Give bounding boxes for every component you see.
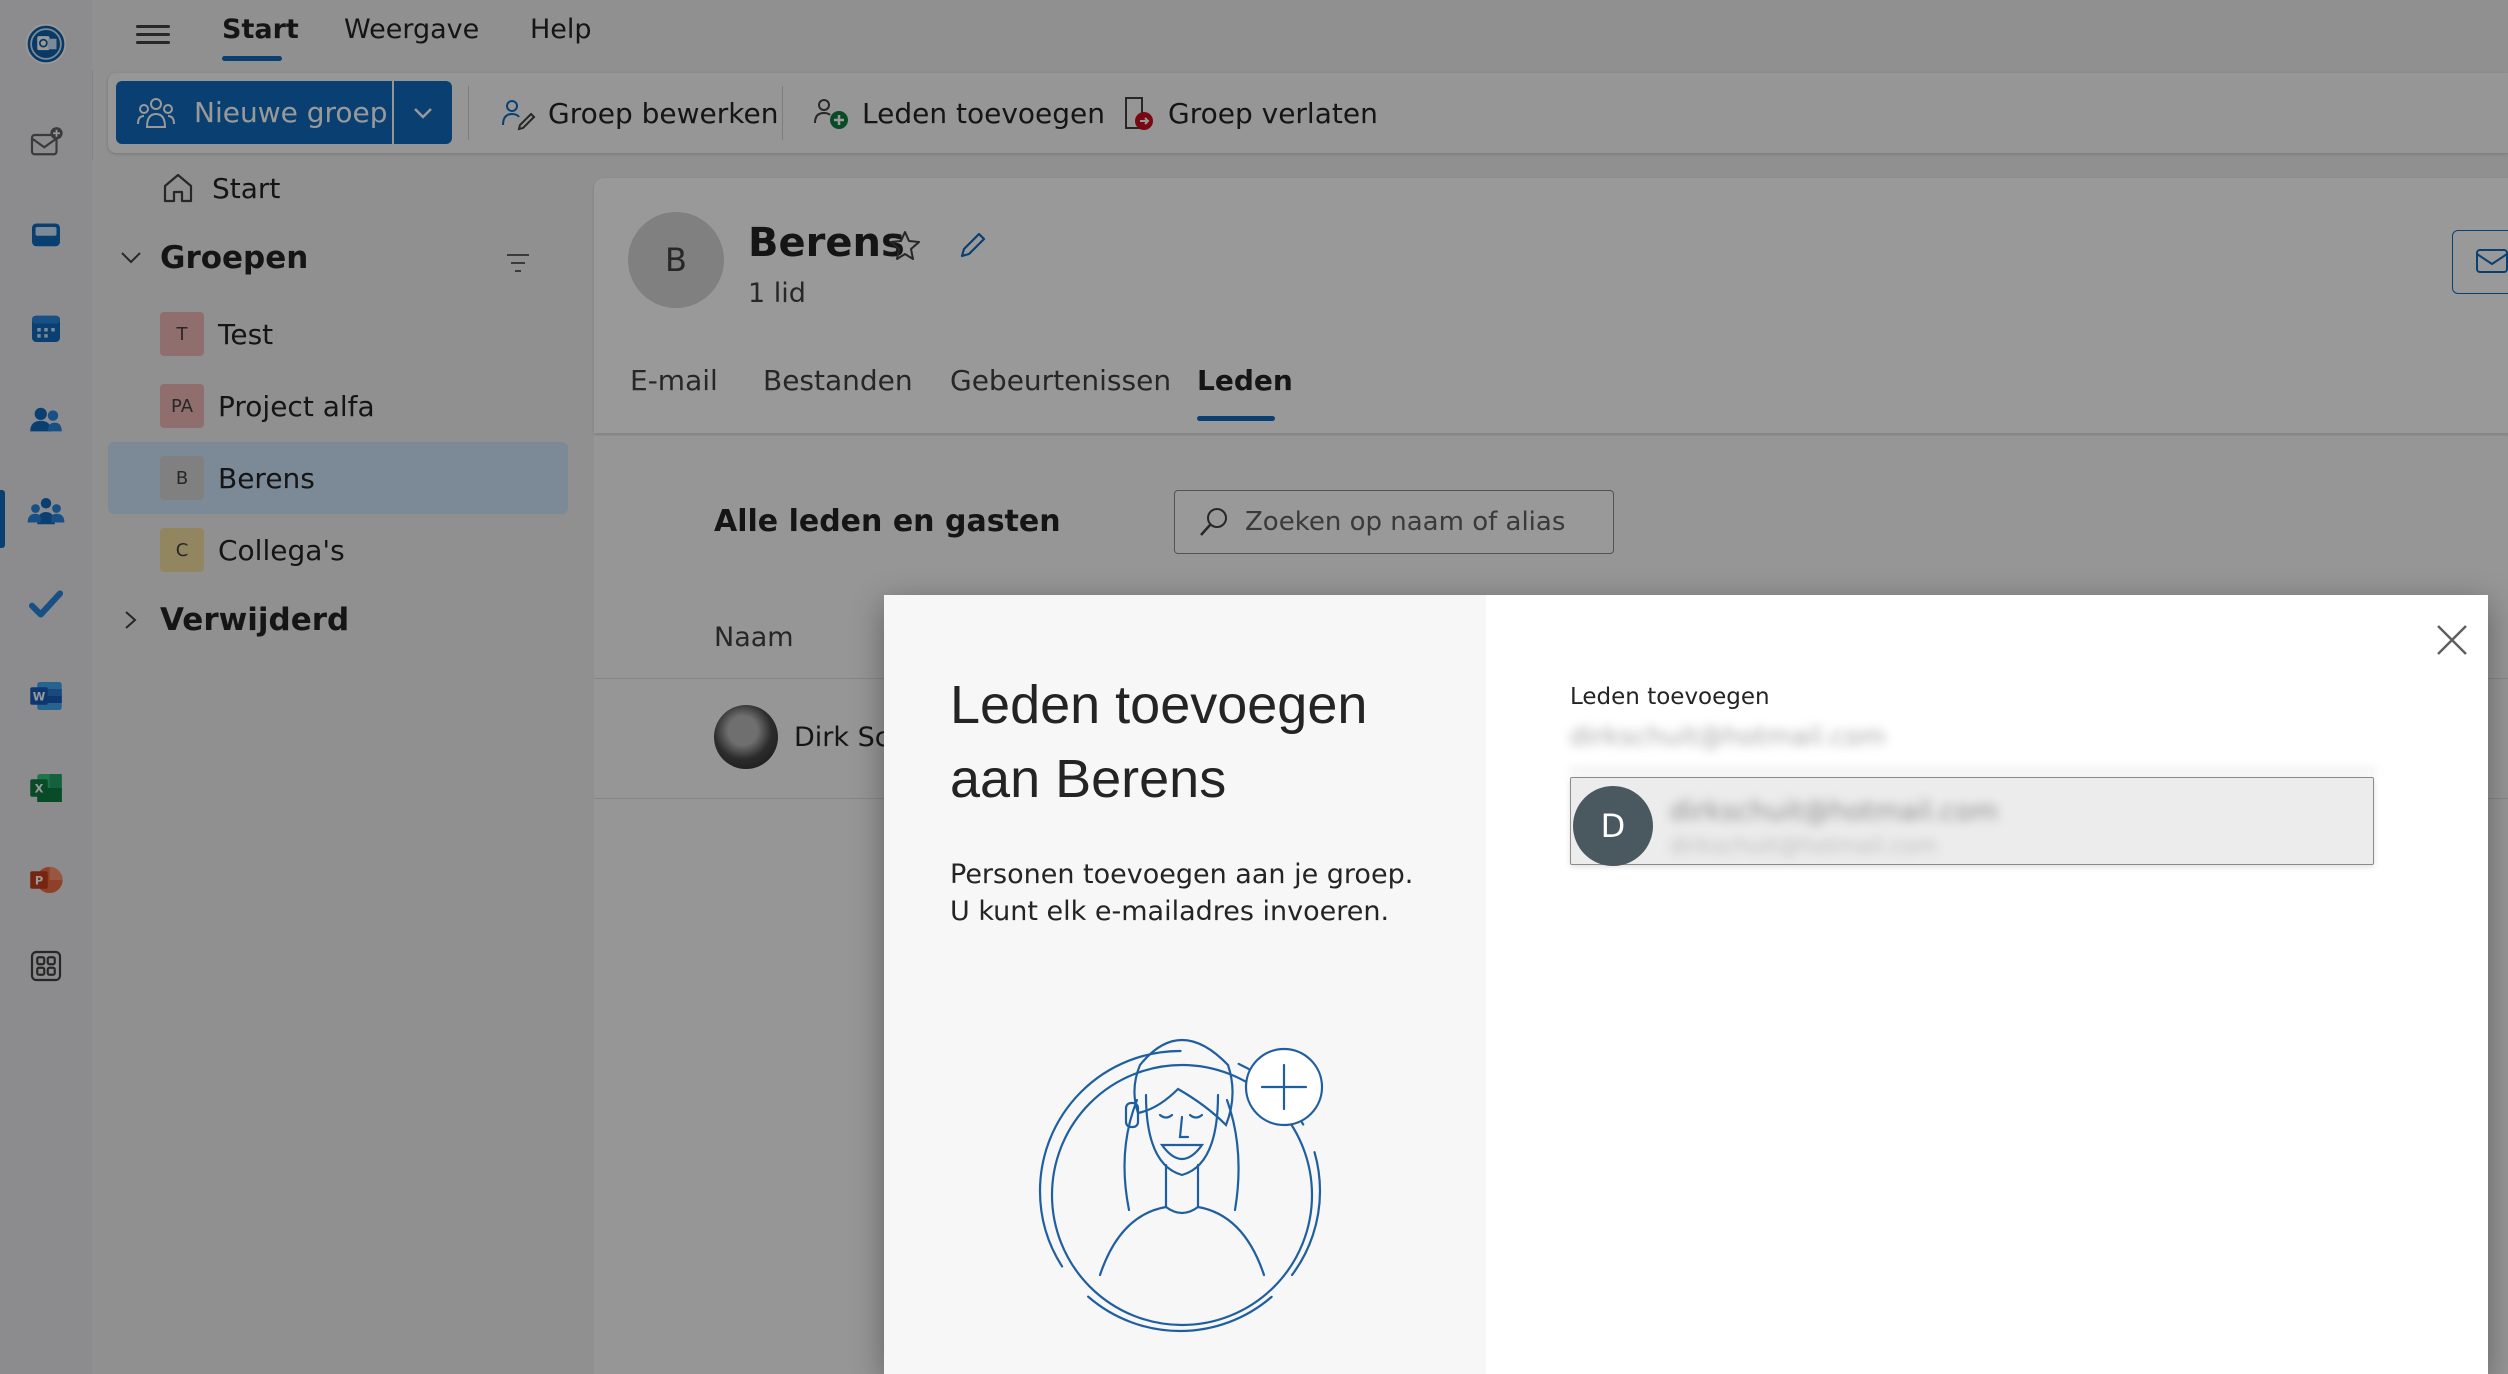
add-person-illustration bbox=[1022, 1005, 1342, 1339]
suggestion-secondary-text: dirkschuit@hotmail.com bbox=[1670, 834, 1938, 859]
dialog-title: Leden toevoegen aan Berens bbox=[950, 668, 1430, 816]
add-members-input[interactable]: dirkschuit@hotmail.com bbox=[1570, 722, 2376, 772]
dialog-description: Personen toevoegen aan je groep. U kunt … bbox=[950, 859, 1414, 927]
suggestion-primary-text: dirkschuit@hotmail.com bbox=[1670, 796, 1998, 827]
dialog-title-line2: aan Berens bbox=[950, 749, 1227, 809]
close-dialog-button[interactable] bbox=[2432, 620, 2472, 660]
close-icon bbox=[2437, 625, 2467, 655]
suggestion-avatar: D bbox=[1573, 786, 1653, 866]
add-members-field-label: Leden toevoegen bbox=[1570, 684, 1770, 710]
dialog-title-line1: Leden toevoegen bbox=[950, 675, 1368, 735]
